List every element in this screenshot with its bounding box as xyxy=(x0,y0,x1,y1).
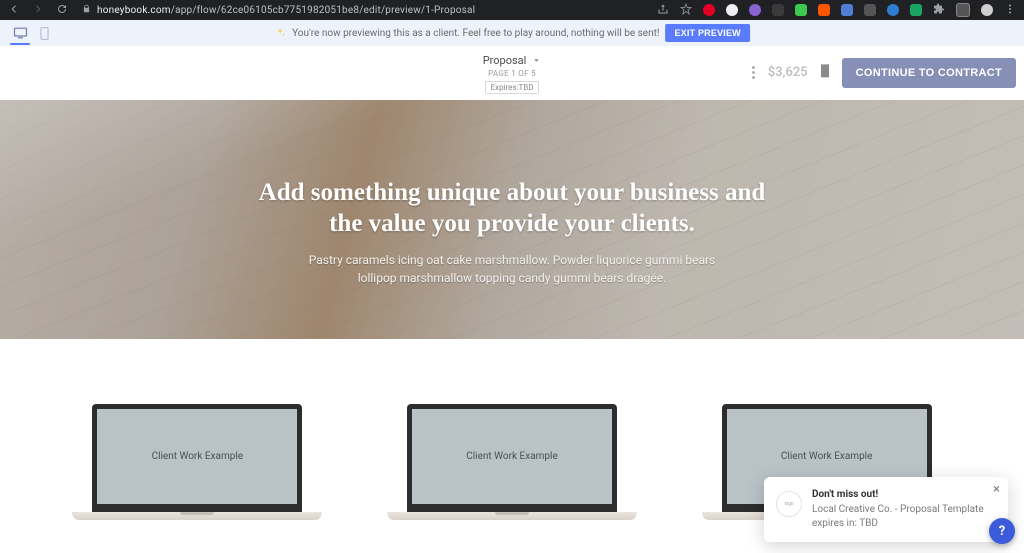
extension-icon[interactable] xyxy=(956,3,970,17)
expires-badge: Expires:TBD xyxy=(485,81,540,94)
preview-message: You're now previewing this as a client. … xyxy=(292,28,659,39)
back-icon[interactable] xyxy=(8,3,20,18)
extension-icon[interactable] xyxy=(749,4,761,16)
address-bar[interactable]: honeybook.com/app/flow/62ce06105cb775198… xyxy=(78,4,657,16)
portfolio-label: Client Work Example xyxy=(152,451,244,462)
share-icon[interactable] xyxy=(657,3,669,18)
device-toggle xyxy=(12,26,52,40)
mobile-device-icon[interactable] xyxy=(36,26,52,40)
portfolio-item: Client Work Example xyxy=(60,404,335,520)
reload-icon[interactable] xyxy=(56,3,68,18)
more-menu-icon[interactable] xyxy=(748,64,759,81)
desktop-device-icon[interactable] xyxy=(12,26,28,40)
hero-section: Add something unique about your business… xyxy=(0,100,1024,339)
document-header: Proposal PAGE 1 OF 5 Expires:TBD $3,625 … xyxy=(0,46,1024,100)
help-button[interactable]: ? xyxy=(989,518,1015,544)
hero-subtext: Pastry caramels icing oat cake marshmall… xyxy=(302,251,722,287)
portfolio-label: Client Work Example xyxy=(466,451,558,462)
browser-menu-icon[interactable] xyxy=(1004,3,1016,18)
portfolio-item: Client Work Example xyxy=(375,404,650,520)
close-icon[interactable]: × xyxy=(993,483,1000,496)
price-display: $3,625 xyxy=(768,65,808,80)
extension-icon[interactable] xyxy=(864,4,876,16)
extension-icon[interactable] xyxy=(726,4,738,16)
notification-card: × logo Don't miss out! Local Creative Co… xyxy=(764,477,1008,542)
notification-title: Don't miss out! xyxy=(812,489,994,500)
forward-icon[interactable] xyxy=(32,3,44,18)
preview-banner: You're now previewing this as a client. … xyxy=(0,20,1024,46)
extension-icon[interactable] xyxy=(887,4,899,16)
browser-toolbar: honeybook.com/app/flow/62ce06105cb775198… xyxy=(0,0,1024,20)
notification-body: Local Creative Co. - Proposal Template e… xyxy=(812,503,994,530)
lock-icon xyxy=(82,4,91,16)
document-title: Proposal xyxy=(483,54,527,67)
notification-avatar: logo xyxy=(776,491,802,517)
page-indicator: PAGE 1 OF 5 xyxy=(488,69,536,78)
continue-to-contract-button[interactable]: CONTINUE TO CONTRACT xyxy=(842,58,1016,88)
document-title-dropdown[interactable]: Proposal xyxy=(483,54,542,67)
chevron-down-icon xyxy=(532,56,541,65)
exit-preview-button[interactable]: EXIT PREVIEW xyxy=(665,24,749,42)
extension-icon[interactable] xyxy=(841,4,853,16)
extensions-puzzle-icon[interactable] xyxy=(933,3,945,18)
extension-pinterest-icon[interactable] xyxy=(703,4,715,16)
profile-avatar-icon[interactable] xyxy=(981,4,993,16)
browser-right-icons xyxy=(657,3,1016,18)
sparkle-icon xyxy=(274,27,286,39)
url-text: honeybook.com/app/flow/62ce06105cb775198… xyxy=(97,5,475,16)
hero-heading: Add something unique about your business… xyxy=(252,178,772,239)
receipt-icon[interactable] xyxy=(817,63,833,83)
portfolio-label: Client Work Example xyxy=(781,451,873,462)
extension-icon[interactable] xyxy=(772,4,784,16)
extension-icon[interactable] xyxy=(795,4,807,16)
star-icon[interactable] xyxy=(680,3,692,18)
extension-icon[interactable] xyxy=(910,4,922,16)
laptop-mockup: Client Work Example xyxy=(92,404,302,520)
laptop-mockup: Client Work Example xyxy=(407,404,617,520)
extension-icon[interactable] xyxy=(818,4,830,16)
